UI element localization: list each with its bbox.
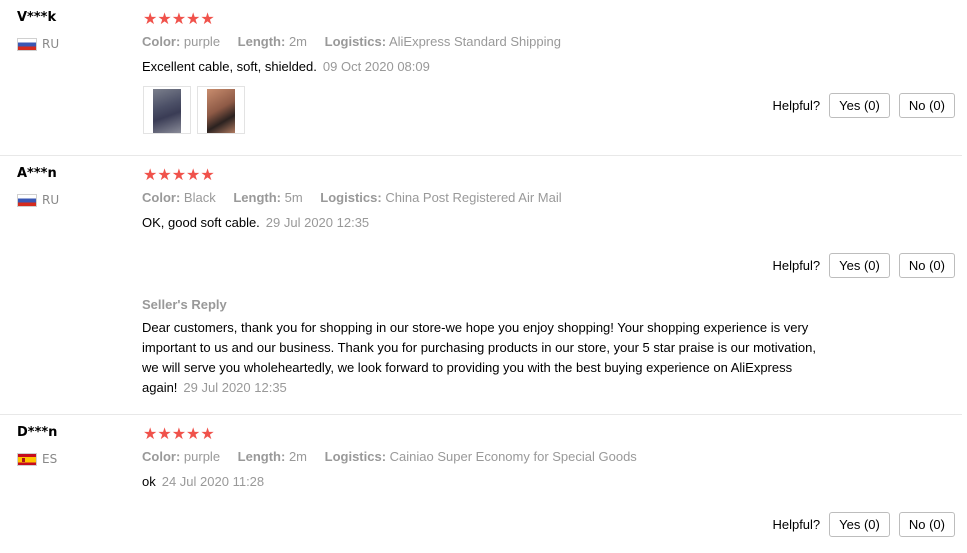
helpful-label: Helpful? <box>772 98 821 113</box>
attr-logistics: Logistics: China Post Registered Air Mai… <box>320 190 561 205</box>
flag-ru-icon <box>17 193 37 207</box>
country-code: RU <box>42 37 60 51</box>
photo-image <box>153 89 181 133</box>
star-rating: ★★★★★ <box>143 425 215 442</box>
review-text: OK, good soft cable. 29 Jul 2020 12:35 <box>142 215 369 230</box>
attr-value: purple <box>183 34 221 49</box>
attr-length: Length: 2m <box>238 34 307 49</box>
attr-label: Logistics: <box>320 190 382 205</box>
attr-color: Color: purple <box>142 449 220 464</box>
reviewer-name: A***n <box>17 166 57 181</box>
flag-ru-icon <box>17 37 37 51</box>
helpful-label: Helpful? <box>772 258 821 273</box>
reviewer-country: RU <box>17 193 59 207</box>
order-attributes: Color: purple Length: 2m Logistics: Cain… <box>142 449 651 464</box>
review-text: Excellent cable, soft, shielded. 09 Oct 2… <box>142 59 430 74</box>
review-body: OK, good soft cable. <box>142 215 260 230</box>
seller-reply: Seller's Reply Dear customers, thank you… <box>142 297 832 398</box>
attr-logistics: Logistics: Cainiao Super Economy for Spe… <box>325 449 637 464</box>
seller-reply-body: Dear customers, thank you for shopping i… <box>142 318 832 398</box>
attr-value: AliExpress Standard Shipping <box>388 34 561 49</box>
reviewer-name: V***k <box>17 10 57 25</box>
attr-label: Length: <box>237 34 286 49</box>
review-date: 09 Oct 2020 08:09 <box>322 59 430 74</box>
attr-label: Length: <box>237 449 286 464</box>
attr-label: Logistics: <box>324 34 387 49</box>
review-item: A***n RU ★★★★★ Color: Black Length: 5m L… <box>0 156 962 415</box>
review-date: 29 Jul 2020 12:35 <box>265 215 370 230</box>
review-photo-thumbnail[interactable] <box>143 86 191 134</box>
attr-label: Color: <box>142 34 181 49</box>
helpful-votes: Helpful? Yes (0) No (0) <box>772 253 955 278</box>
attr-value: 5m <box>284 190 303 205</box>
attr-logistics: Logistics: AliExpress Standard Shipping <box>325 34 561 49</box>
attr-value: 2m <box>288 449 308 464</box>
order-attributes: Color: Black Length: 5m Logistics: China… <box>142 190 576 205</box>
reviewer-name: D***n <box>17 425 58 440</box>
star-rating-stars: ★★★★★ <box>143 424 215 443</box>
attr-value: China Post Registered Air Mail <box>385 190 562 205</box>
review-item: D***n ES ★★★★★ Color: purple Length: 2m … <box>0 415 962 553</box>
country-code: ES <box>42 452 58 466</box>
helpful-no-button[interactable]: No (0) <box>898 93 955 118</box>
star-rating: ★★★★★ <box>143 10 215 27</box>
review-body: Excellent cable, soft, shielded. <box>142 59 317 74</box>
helpful-yes-button[interactable]: Yes (0) <box>829 512 890 537</box>
review-photo-thumbnail[interactable] <box>197 86 245 134</box>
helpful-yes-button[interactable]: Yes (0) <box>829 253 890 278</box>
helpful-votes: Helpful? Yes (0) No (0) <box>772 93 955 118</box>
attr-length: Length: 2m <box>238 449 307 464</box>
attr-value: Black <box>183 190 216 205</box>
star-rating: ★★★★★ <box>143 166 215 183</box>
review-photos <box>143 86 245 134</box>
helpful-yes-button[interactable]: Yes (0) <box>829 93 890 118</box>
attr-value: Cainiao Super Economy for Special Goods <box>389 449 637 464</box>
reviewer-country: RU <box>17 37 59 51</box>
review-item: V***k RU ★★★★★ Color: purple Length: 2m … <box>0 0 962 156</box>
country-code: RU <box>42 193 60 207</box>
reviewer-country: ES <box>17 452 57 466</box>
seller-reply-title: Seller's Reply <box>142 297 227 312</box>
attr-value: purple <box>183 449 221 464</box>
attr-color: Color: purple <box>142 34 220 49</box>
helpful-label: Helpful? <box>772 517 821 532</box>
review-body: ok <box>142 474 156 489</box>
star-rating-stars: ★★★★★ <box>143 9 215 28</box>
seller-reply-date: 29 Jul 2020 12:35 <box>183 380 287 395</box>
star-rating-stars: ★★★★★ <box>143 165 215 184</box>
review-text: ok 24 Jul 2020 11:28 <box>142 474 264 489</box>
helpful-no-button[interactable]: No (0) <box>898 253 955 278</box>
helpful-votes: Helpful? Yes (0) No (0) <box>772 512 955 537</box>
review-date: 24 Jul 2020 11:28 <box>161 474 265 489</box>
flag-es-icon <box>17 452 37 466</box>
attr-color: Color: Black <box>142 190 216 205</box>
attr-label: Logistics: <box>324 449 387 464</box>
attr-label: Length: <box>233 190 281 205</box>
attr-length: Length: 5m <box>233 190 302 205</box>
attr-label: Color: <box>142 190 181 205</box>
photo-image <box>207 89 235 133</box>
helpful-no-button[interactable]: No (0) <box>898 512 955 537</box>
order-attributes: Color: purple Length: 2m Logistics: AliE… <box>142 34 575 49</box>
attr-label: Color: <box>142 449 181 464</box>
attr-value: 2m <box>288 34 308 49</box>
